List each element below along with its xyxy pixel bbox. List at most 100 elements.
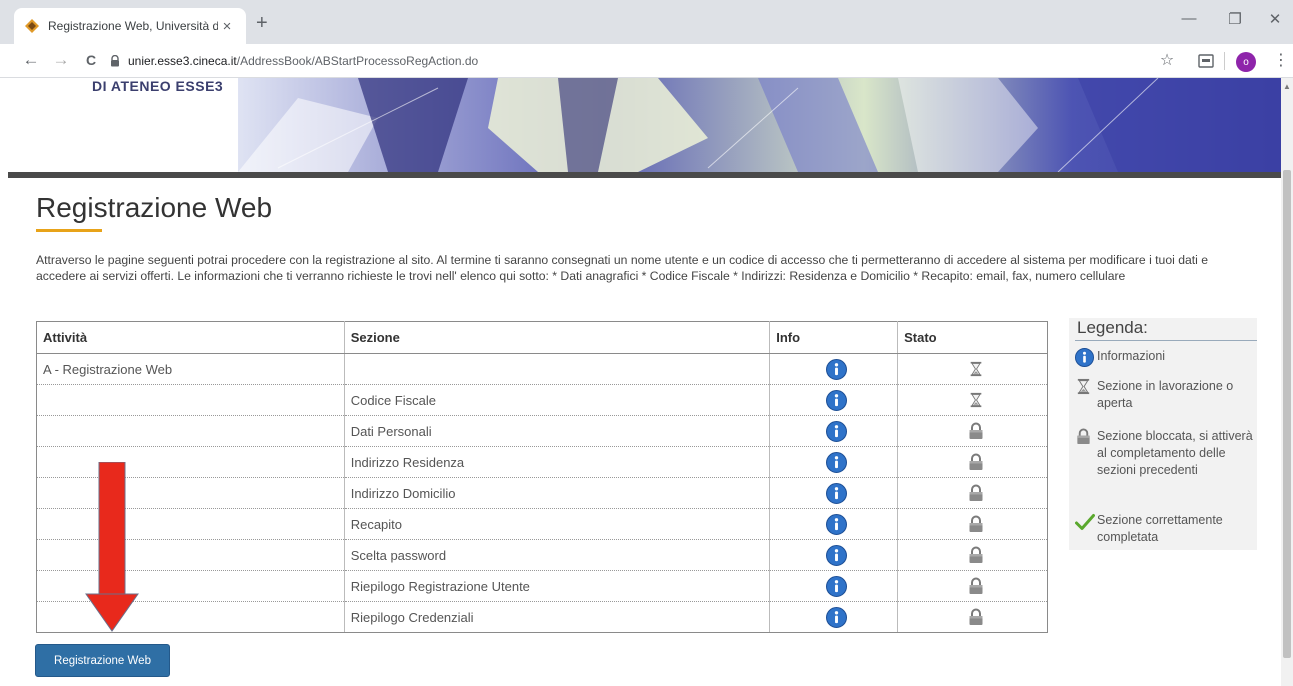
cell-attivita <box>36 384 345 416</box>
info-icon[interactable] <box>826 420 848 442</box>
cell-attivita <box>36 539 345 571</box>
hourglass-icon <box>970 362 981 377</box>
cell-sezione: Recapito <box>344 508 771 540</box>
legend-item: Sezione in lavorazione o aperta <box>1075 378 1259 412</box>
cell-attivita <box>36 477 345 509</box>
table-row: Indirizzo Residenza <box>36 446 1048 478</box>
cell-info <box>769 570 899 602</box>
legend-text: Sezione correttamente completata <box>1097 513 1223 544</box>
info-icon[interactable] <box>826 606 848 628</box>
header-stato: Stato <box>897 321 1048 354</box>
restore-icon[interactable]: ❐ <box>1220 10 1250 28</box>
table-row: Riepilogo Registrazione Utente <box>36 570 1048 602</box>
page-scrollbar[interactable]: ▲ <box>1281 78 1293 686</box>
page-title: Registrazione Web <box>36 192 273 223</box>
secure-lock-icon <box>111 55 119 67</box>
info-icon[interactable] <box>826 544 848 566</box>
legend-item: Sezione bloccata, si attiverà al complet… <box>1075 428 1259 479</box>
info-icon[interactable] <box>826 513 848 535</box>
legend-icon-slot <box>1075 428 1097 479</box>
legend-panel: Legenda: Informazioni Sezione in lavorazi… <box>1069 318 1257 550</box>
table-row: Riepilogo Credenziali <box>36 601 1048 633</box>
cell-stato <box>897 446 1048 478</box>
info-icon[interactable] <box>826 358 848 380</box>
close-window-icon[interactable]: ✕ <box>1260 10 1290 28</box>
cell-info <box>769 415 899 447</box>
menu-dots-icon[interactable]: ⋮ <box>1270 50 1292 70</box>
url-text: unier.esse3.cineca.it/AddressBook/ABStar… <box>128 54 478 68</box>
header-info: Info <box>769 321 899 354</box>
info-icon[interactable] <box>826 389 848 411</box>
cell-info <box>769 508 899 540</box>
toolbar-divider <box>1224 52 1225 70</box>
cell-sezione: Dati Personali <box>344 415 771 447</box>
browser-toolbar: ← → C unier.esse3.cineca.it/AddressBook/… <box>0 44 1293 78</box>
cell-sezione: Riepilogo Registrazione Utente <box>344 570 771 602</box>
lock-icon <box>969 608 983 625</box>
legend-divider <box>1075 340 1257 341</box>
url-host: unier.esse3.cineca.it <box>128 54 237 68</box>
table-row: Recapito <box>36 508 1048 540</box>
profile-avatar[interactable]: o <box>1236 52 1256 72</box>
hourglass-icon <box>1077 379 1090 395</box>
cell-info <box>769 353 899 385</box>
banner-divider <box>8 172 1281 178</box>
registration-steps-table: Attività Sezione Info Stato A - Registra… <box>36 321 1048 633</box>
cell-attivita <box>36 601 345 633</box>
legend-icon-slot <box>1075 378 1097 412</box>
cell-sezione: Indirizzo Domicilio <box>344 477 771 509</box>
legend-title: Legenda: <box>1077 318 1148 337</box>
cell-attivita <box>36 415 345 447</box>
new-tab-icon[interactable]: + <box>256 12 268 35</box>
banner-image <box>238 78 1281 172</box>
cell-stato <box>897 477 1048 509</box>
address-bar[interactable]: unier.esse3.cineca.it/AddressBook/ABStar… <box>110 48 1130 74</box>
cell-attivita <box>36 570 345 602</box>
cell-stato <box>897 601 1048 633</box>
cell-sezione: Indirizzo Residenza <box>344 446 771 478</box>
cell-attivita: A - Registrazione Web <box>36 353 345 385</box>
legend-item: Sezione correttamente completata <box>1075 512 1259 546</box>
lock-icon <box>969 546 983 563</box>
intro-text: Attraverso le pagine seguenti potrai pro… <box>36 253 1209 283</box>
bookmark-star-icon[interactable]: ☆ <box>1156 50 1178 70</box>
table-row: Dati Personali <box>36 415 1048 447</box>
lock-icon <box>969 422 983 439</box>
legend-text: Informazioni <box>1097 349 1166 363</box>
cell-stato <box>897 384 1048 416</box>
scroll-up-icon[interactable]: ▲ <box>1283 82 1291 91</box>
info-icon[interactable] <box>1075 348 1094 367</box>
forward-icon[interactable]: → <box>50 50 72 70</box>
red-arrow-annotation <box>85 462 139 632</box>
legend-text: Sezione in lavorazione o aperta <box>1097 379 1234 410</box>
cell-info <box>769 446 899 478</box>
info-icon[interactable] <box>826 482 848 504</box>
cell-info <box>769 539 899 571</box>
browser-tab[interactable]: Registrazione Web, Università d × <box>14 8 246 44</box>
info-icon[interactable] <box>826 575 848 597</box>
url-path: /AddressBook/ABStartProcessoRegAction.do <box>236 54 479 68</box>
cell-attivita <box>36 446 345 478</box>
scroll-thumb[interactable] <box>1283 170 1291 658</box>
tab-title: Registrazione Web, Università d <box>48 19 218 33</box>
lock-icon <box>969 515 983 532</box>
back-icon[interactable]: ← <box>20 50 42 70</box>
lock-icon <box>1077 428 1090 445</box>
info-icon[interactable] <box>826 451 848 473</box>
lock-icon <box>969 484 983 501</box>
browser-tab-bar: Registrazione Web, Università d × + — ❐ … <box>0 0 1293 44</box>
cell-info <box>769 601 899 633</box>
reload-icon[interactable]: C <box>80 52 102 68</box>
tab-close-icon[interactable]: × <box>218 18 236 35</box>
cell-sezione: Riepilogo Credenziali <box>344 601 771 633</box>
minimize-icon[interactable]: — <box>1174 10 1204 27</box>
cell-info <box>769 477 899 509</box>
cell-info <box>769 384 899 416</box>
cell-stato <box>897 415 1048 447</box>
table-row: Scelta password <box>36 539 1048 571</box>
extension-icon[interactable] <box>1198 53 1214 69</box>
cell-stato <box>897 353 1048 385</box>
table-row: Indirizzo Domicilio <box>36 477 1048 509</box>
registrazione-web-button[interactable]: Registrazione Web <box>35 644 170 677</box>
header-attivita: Attività <box>36 321 345 354</box>
